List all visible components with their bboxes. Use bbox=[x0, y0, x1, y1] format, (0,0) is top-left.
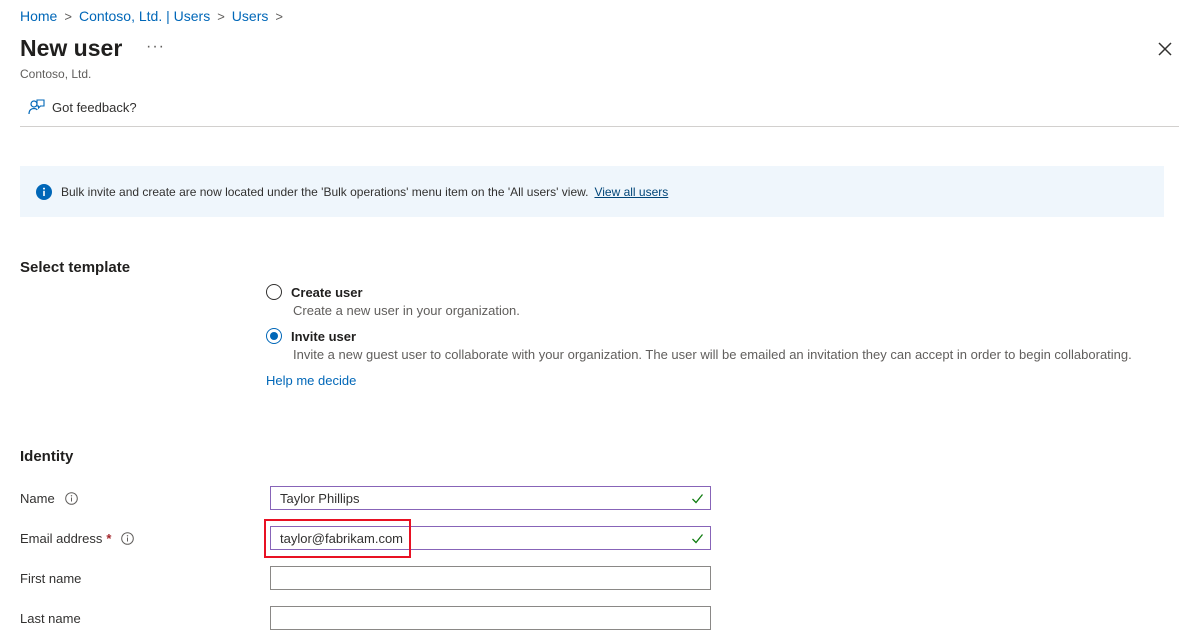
invite-user-description: Invite a new guest user to collaborate w… bbox=[293, 347, 1132, 362]
select-template-heading: Select template bbox=[20, 259, 131, 276]
info-icon[interactable] bbox=[64, 492, 78, 505]
breadcrumb-home[interactable]: Home bbox=[20, 8, 57, 24]
create-user-label: Create user bbox=[291, 285, 363, 300]
name-label: Name bbox=[20, 491, 78, 506]
last-name-field[interactable] bbox=[270, 606, 711, 630]
chevron-right-icon: > bbox=[275, 8, 283, 24]
checkmark-icon bbox=[692, 533, 704, 543]
email-label: Email address * bbox=[20, 531, 135, 546]
breadcrumb: Home > Contoso, Ltd. | Users > Users > bbox=[20, 8, 290, 24]
feedback-label: Got feedback? bbox=[52, 99, 137, 115]
first-name-input[interactable] bbox=[271, 568, 710, 588]
page-subtitle: Contoso, Ltd. bbox=[20, 67, 92, 81]
identity-heading: Identity bbox=[20, 448, 74, 465]
checkmark-icon bbox=[692, 493, 704, 503]
breadcrumb-contoso-users[interactable]: Contoso, Ltd. | Users bbox=[79, 8, 210, 24]
create-user-option[interactable]: Create user bbox=[266, 284, 363, 300]
breadcrumb-users[interactable]: Users bbox=[232, 8, 269, 24]
invite-user-radio[interactable] bbox=[266, 328, 282, 344]
chevron-right-icon: > bbox=[64, 8, 72, 24]
help-me-decide-link[interactable]: Help me decide bbox=[266, 373, 356, 388]
feedback-button[interactable]: Got feedback? bbox=[27, 98, 137, 116]
info-banner: Bulk invite and create are now located u… bbox=[20, 166, 1164, 217]
toolbar-divider bbox=[20, 126, 1179, 127]
invite-user-option[interactable]: Invite user bbox=[266, 328, 357, 344]
feedback-icon bbox=[28, 99, 45, 115]
view-all-users-link[interactable]: View all users bbox=[594, 185, 668, 199]
first-name-field[interactable] bbox=[270, 566, 711, 590]
last-name-label-text: Last name bbox=[20, 611, 81, 626]
last-name-input[interactable] bbox=[271, 608, 710, 628]
info-icon[interactable] bbox=[121, 532, 135, 545]
email-label-text: Email address bbox=[20, 531, 103, 546]
info-icon bbox=[36, 183, 52, 200]
name-input[interactable] bbox=[271, 488, 691, 508]
first-name-label-text: First name bbox=[20, 571, 82, 586]
required-mark: * bbox=[106, 531, 112, 546]
invite-user-label: Invite user bbox=[291, 329, 357, 344]
email-highlight-box bbox=[264, 519, 411, 558]
first-name-label: First name bbox=[20, 571, 81, 586]
name-label-text: Name bbox=[20, 491, 55, 506]
create-user-description: Create a new user in your organization. bbox=[293, 303, 520, 318]
chevron-right-icon: > bbox=[217, 8, 225, 24]
banner-message: Bulk invite and create are now located u… bbox=[61, 184, 589, 199]
close-icon[interactable] bbox=[1156, 40, 1174, 58]
more-icon[interactable]: ··· bbox=[146, 38, 165, 56]
page-title: New user bbox=[20, 35, 123, 61]
create-user-radio[interactable] bbox=[266, 284, 282, 300]
name-field[interactable] bbox=[270, 486, 711, 510]
last-name-label: Last name bbox=[20, 611, 81, 626]
